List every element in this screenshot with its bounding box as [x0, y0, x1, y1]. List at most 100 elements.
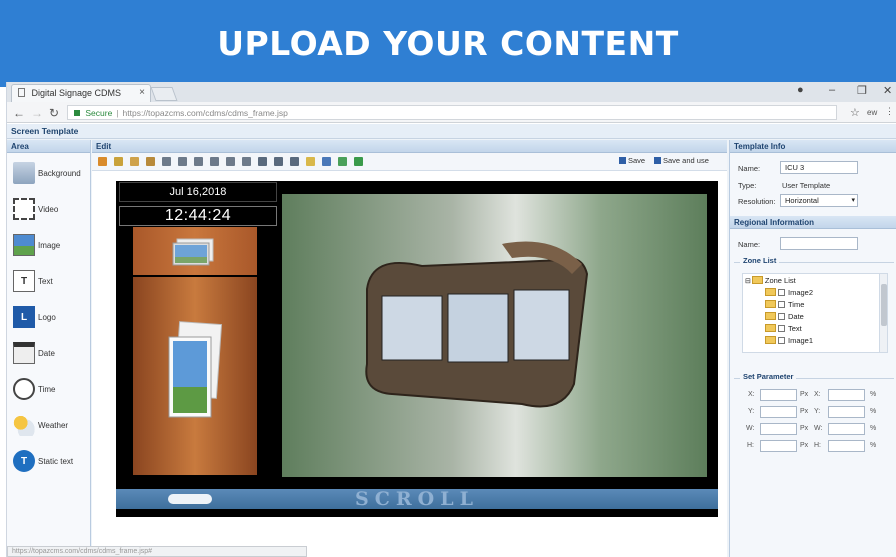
area-item-label: Date — [38, 349, 55, 358]
area-item-background[interactable]: Background — [13, 162, 91, 186]
close-window-icon[interactable]: ✕ — [883, 84, 892, 97]
y-label: Y: — [748, 408, 755, 415]
px-label: Px — [800, 442, 809, 449]
time-zone[interactable]: 12:44:24 — [119, 206, 277, 226]
reload-icon[interactable]: ↻ — [49, 106, 59, 120]
copy-icon[interactable] — [98, 157, 107, 166]
tree-item-date[interactable]: Date — [765, 312, 804, 324]
minimize-icon[interactable]: – — [829, 84, 835, 96]
date-zone[interactable]: Jul 16,2018 — [119, 182, 277, 202]
photo-stack-icon — [168, 321, 223, 418]
tree-item-image1[interactable]: Image1 — [765, 336, 813, 348]
px-label: Px — [800, 408, 809, 415]
resolution-select[interactable]: Horizontal ▾ — [780, 194, 858, 207]
collapse-icon[interactable]: ⊟ — [745, 278, 751, 285]
h-pct-input[interactable] — [828, 440, 865, 452]
w-pct-input[interactable] — [828, 423, 865, 435]
px-label: Px — [800, 425, 809, 432]
back-icon[interactable]: ← — [13, 106, 25, 120]
duplicate-icon[interactable] — [130, 157, 139, 166]
save-button[interactable]: Save — [619, 156, 645, 165]
template-name-field[interactable]: ICU 3 — [780, 161, 858, 174]
edit-toolbar: Save Save and use — [92, 153, 727, 171]
area-item-static-text[interactable]: T Static text — [13, 450, 91, 474]
banner-title: UPLOAD YOUR CONTENT — [217, 24, 679, 63]
forward-icon[interactable]: → — [31, 106, 43, 120]
x-pct-input[interactable] — [828, 389, 865, 401]
align-top-icon[interactable] — [210, 157, 219, 166]
area-item-text[interactable]: T Text — [13, 270, 91, 294]
menu-icon[interactable]: ⋮ — [885, 106, 894, 117]
same-width-icon[interactable] — [258, 157, 267, 166]
scroll-indicator — [168, 494, 212, 504]
video-zone[interactable] — [282, 194, 707, 477]
close-tab-icon[interactable]: × — [139, 87, 145, 98]
group-icon[interactable] — [146, 157, 155, 166]
send-back-icon[interactable] — [322, 157, 331, 166]
w-label: W: — [746, 425, 755, 432]
zone-checkbox[interactable] — [778, 301, 785, 308]
fullscreen-icon[interactable] — [354, 157, 363, 166]
browser-tab[interactable]: Digital Signage CDMS × — [11, 84, 151, 102]
area-item-time[interactable]: Time — [13, 378, 91, 402]
restore-icon[interactable]: ❐ — [857, 84, 867, 97]
area-item-image[interactable]: Image — [13, 234, 91, 258]
url-text: https://topazcms.com/cdms/cdms_frame.jsp — [122, 108, 288, 118]
tree-item-time[interactable]: Time — [765, 300, 804, 312]
zone-checkbox[interactable] — [778, 337, 785, 344]
scroll-thumb[interactable] — [881, 284, 887, 326]
image-zone-2[interactable] — [133, 227, 257, 275]
region-name-field[interactable] — [780, 237, 858, 250]
area-item-label: Weather — [38, 421, 69, 430]
chevron-down-icon: ▾ — [851, 197, 855, 204]
align-right-icon[interactable] — [194, 157, 203, 166]
folder-icon — [751, 276, 763, 284]
extension-icon[interactable]: ew — [867, 108, 877, 117]
static-text-icon: T — [13, 450, 35, 472]
template-canvas[interactable]: Jul 16,2018 12:44:24 SCROLL — [116, 181, 718, 517]
regional-info-header: Regional Information — [730, 216, 896, 229]
image-zone-1[interactable] — [133, 277, 257, 475]
save-and-use-button[interactable]: Save and use — [654, 156, 709, 165]
w-px-input[interactable] — [760, 423, 797, 435]
weather-icon — [13, 414, 35, 436]
browser-window: Digital Signage CDMS × ● – ❐ ✕ ← → ↻ Sec… — [6, 82, 896, 557]
y-px-input[interactable] — [760, 406, 797, 418]
tree-item-image2[interactable]: Image2 — [765, 288, 813, 300]
area-header: Area — [7, 140, 90, 153]
tree-item-text[interactable]: Text — [765, 324, 802, 336]
area-item-video[interactable]: Video — [13, 198, 91, 222]
align-bottom-icon[interactable] — [242, 157, 251, 166]
image-icon — [13, 234, 35, 256]
same-height-icon[interactable] — [274, 157, 283, 166]
zone-checkbox[interactable] — [778, 289, 785, 296]
h-px-input[interactable] — [760, 440, 797, 452]
w-label: W: — [814, 425, 823, 432]
zone-checkbox[interactable] — [778, 313, 785, 320]
x-px-input[interactable] — [760, 389, 797, 401]
account-icon[interactable]: ● — [797, 84, 804, 96]
scroll-zone[interactable]: SCROLL — [116, 489, 718, 509]
area-item-date[interactable]: Date — [13, 342, 91, 366]
logo-icon: L — [13, 306, 35, 328]
align-left-icon[interactable] — [162, 157, 171, 166]
zone-checkbox[interactable] — [778, 325, 785, 332]
grid-icon[interactable] — [338, 157, 347, 166]
bring-front-icon[interactable] — [306, 157, 315, 166]
paste-icon[interactable] — [114, 157, 123, 166]
tree-root[interactable]: ⊟ Zone List — [745, 276, 796, 288]
bookmark-star-icon[interactable]: ☆ — [850, 106, 860, 119]
new-tab-button[interactable] — [150, 87, 178, 101]
zone-tree[interactable]: ⊟ Zone List Image2 Time Date Text Image1 — [742, 273, 888, 353]
area-item-label: Static text — [38, 457, 74, 466]
y-pct-input[interactable] — [828, 406, 865, 418]
align-middle-icon[interactable] — [226, 157, 235, 166]
same-size-icon[interactable] — [290, 157, 299, 166]
url-field[interactable]: Secure | https://topazcms.com/cdms/cdms_fr… — [67, 105, 837, 120]
area-item-weather[interactable]: Weather — [13, 414, 91, 438]
area-item-logo[interactable]: L Logo — [13, 306, 91, 330]
area-item-label: Logo — [38, 313, 56, 322]
align-center-icon[interactable] — [178, 157, 187, 166]
film-reel-icon — [365, 241, 589, 408]
tree-scrollbar[interactable] — [879, 274, 887, 352]
